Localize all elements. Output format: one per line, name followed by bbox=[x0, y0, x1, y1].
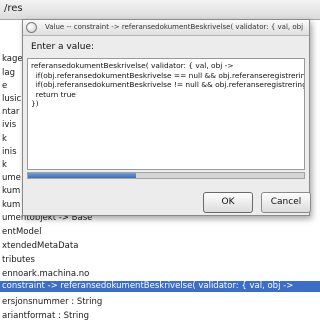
ok-button[interactable]: OK bbox=[203, 192, 253, 213]
background-path-text: /res bbox=[4, 3, 23, 14]
dialog-titlebar[interactable]: Value -- constraint -> referansedokument… bbox=[23, 20, 309, 36]
progress-fill bbox=[28, 173, 136, 178]
tree-row[interactable]: ariantformat : String bbox=[0, 308, 320, 320]
value-textarea[interactable]: referansedokumentBeskrivelse( validator:… bbox=[27, 58, 305, 170]
progress-bar bbox=[27, 172, 305, 179]
window-menu-icon[interactable] bbox=[26, 22, 37, 33]
dialog-title: Value -- constraint -> referansedokument… bbox=[45, 23, 303, 31]
tree-row-selected[interactable]: constraint -> referansedokumentBeskrivel… bbox=[0, 281, 320, 292]
value-dialog: Value -- constraint -> referansedokument… bbox=[22, 19, 311, 216]
prompt-label: Enter a value: bbox=[31, 42, 95, 52]
background-path-bar: /res bbox=[0, 0, 320, 20]
cancel-button[interactable]: Cancel bbox=[261, 192, 311, 213]
